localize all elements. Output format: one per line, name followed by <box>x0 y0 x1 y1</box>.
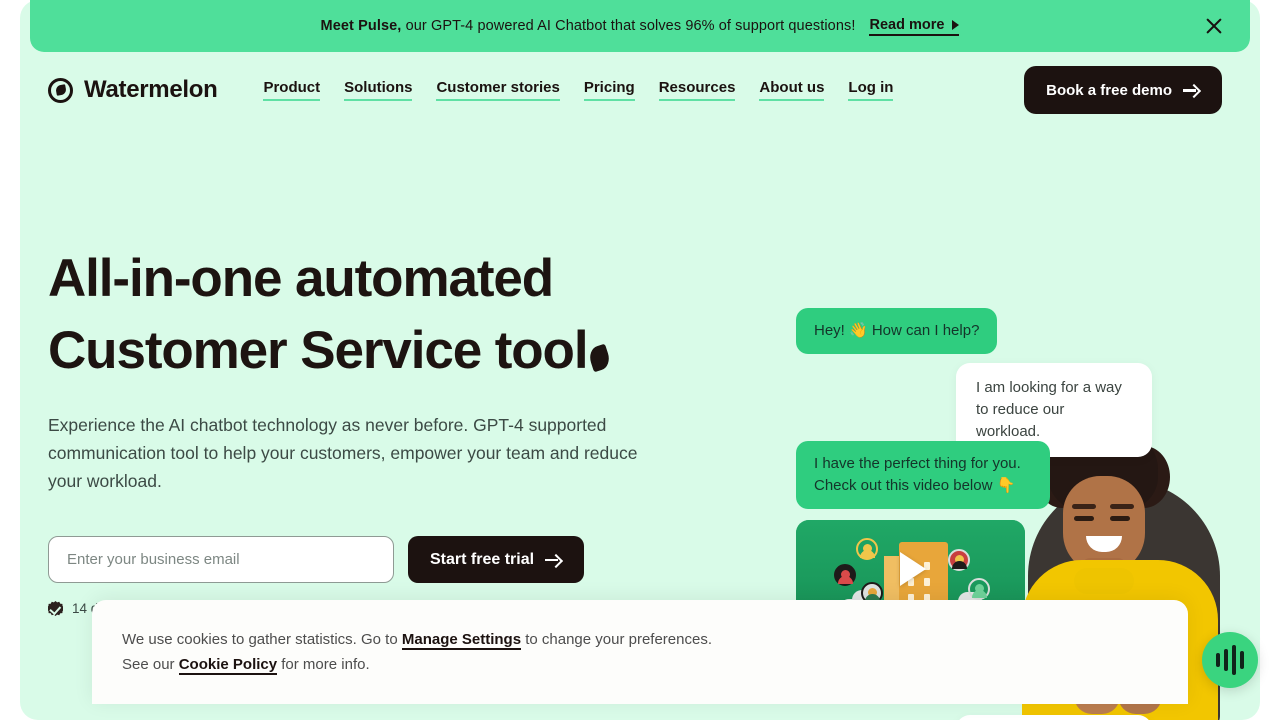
email-field[interactable] <box>48 536 394 583</box>
book-demo-label: Book a free demo <box>1046 81 1172 99</box>
read-more-label: Read more <box>869 16 945 33</box>
pulse-waveform-icon <box>1224 649 1228 671</box>
nav-item-pricing[interactable]: Pricing <box>583 79 635 101</box>
cookie-consent-banner: We use cookies to gather statistics. Go … <box>92 600 1188 704</box>
nav-item-about-us[interactable]: About us <box>759 79 825 101</box>
brand-name: Watermelon <box>84 76 218 103</box>
verified-check-icon <box>48 601 63 616</box>
read-more-link[interactable]: Read more <box>869 16 960 36</box>
close-icon[interactable] <box>1202 14 1226 38</box>
book-demo-button[interactable]: Book a free demo <box>1024 66 1222 114</box>
page-title: All-in-one automated Customer Service to… <box>48 243 688 387</box>
manage-settings-link[interactable]: Manage Settings <box>401 631 522 650</box>
triangle-right-icon <box>952 19 960 30</box>
nav-item-customer-stories[interactable]: Customer stories <box>436 79 560 101</box>
nav-item-resources[interactable]: Resources <box>658 79 736 101</box>
avatar <box>948 549 970 571</box>
chat-bubble-user-pending <box>956 715 1152 720</box>
cookie-text-part1: We use cookies to gather statistics. Go … <box>122 631 402 648</box>
pulse-waveform-icon <box>1216 653 1220 667</box>
cookie-policy-link[interactable]: Cookie Policy <box>178 656 278 675</box>
hero-title-line1: All-in-one automated <box>48 249 554 308</box>
nav-item-solutions[interactable]: Solutions <box>344 79 413 101</box>
brand-logo[interactable]: Watermelon <box>48 76 218 104</box>
arrow-right-icon <box>1183 84 1200 96</box>
play-button-icon[interactable] <box>900 552 926 586</box>
chat-bubble-agent-greeting: Hey! 👋 How can I help? <box>796 308 998 354</box>
signup-form: Start free trial <box>48 536 688 583</box>
avatar <box>856 538 878 560</box>
cookie-text-part3: for more info. <box>277 656 370 673</box>
avatar <box>968 578 990 600</box>
hero-copy: All-in-one automated Customer Service to… <box>48 243 688 616</box>
hero-subtitle: Experience the AI chatbot technology as … <box>48 415 638 491</box>
announcement-banner: Meet Pulse, our GPT-4 powered AI Chatbot… <box>30 0 1250 52</box>
pulse-waveform-icon <box>1240 651 1244 669</box>
page-root: Meet Pulse, our GPT-4 powered AI Chatbot… <box>0 0 1280 720</box>
announcement-text: Meet Pulse, our GPT-4 powered AI Chatbot… <box>321 18 856 34</box>
hero-title-line2: Customer Service tool <box>48 321 589 380</box>
announcement-body: our GPT-4 powered AI Chatbot that solves… <box>401 18 856 34</box>
pulse-waveform-icon <box>1232 645 1236 675</box>
arrow-right-icon <box>545 554 562 566</box>
chat-bubble-agent-video-intro: I have the perfect thing for you. Check … <box>796 441 1050 509</box>
nav-links: Product Solutions Customer stories Prici… <box>263 79 894 101</box>
chat-widget-button[interactable] <box>1202 632 1258 688</box>
nav-item-product[interactable]: Product <box>263 79 321 101</box>
watermelon-seed-icon <box>587 343 613 373</box>
avatar <box>834 564 856 586</box>
start-free-trial-button[interactable]: Start free trial <box>408 536 585 583</box>
announcement-content: Meet Pulse, our GPT-4 powered AI Chatbot… <box>321 17 960 36</box>
watermelon-logo-icon <box>48 77 73 103</box>
main-navigation: Watermelon Product Solutions Customer st… <box>20 52 1260 128</box>
nav-item-log-in[interactable]: Log in <box>848 79 894 101</box>
announcement-lead: Meet Pulse, <box>320 18 402 34</box>
start-free-trial-label: Start free trial <box>430 550 535 568</box>
cookie-consent-text: We use cookies to gather statistics. Go … <box>122 627 722 677</box>
